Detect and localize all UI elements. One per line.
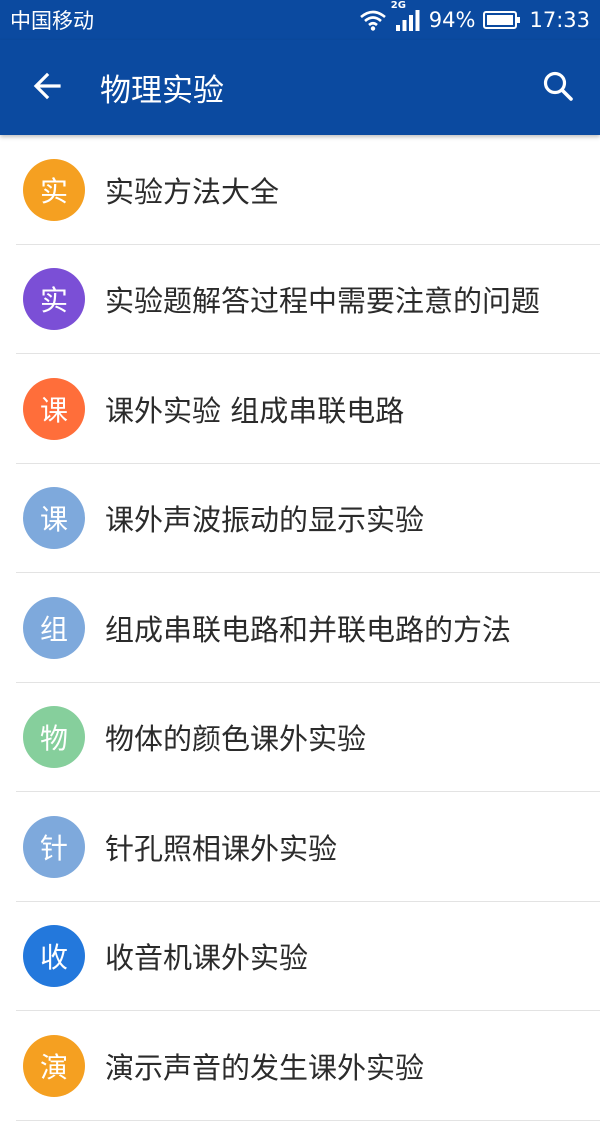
status-bar: 中国移动 2G 94% 17:33 xyxy=(0,0,600,40)
item-label: 课外声波振动的显示实验 xyxy=(105,503,425,538)
item-label: 演示声音的发生课外实验 xyxy=(105,1050,425,1085)
list-item[interactable]: 物 物体的颜色课外实验 xyxy=(0,683,600,793)
item-label: 实验方法大全 xyxy=(105,174,280,209)
list-item[interactable]: 课 课外实验 组成串联电路 xyxy=(0,354,600,464)
list-item[interactable]: 组 组成串联电路和并联电路的方法 xyxy=(0,573,600,683)
list-item[interactable]: 实 实验题解答过程中需要注意的问题 xyxy=(0,245,600,355)
arrow-left-icon xyxy=(32,71,62,105)
search-icon xyxy=(542,70,574,106)
item-label: 课外实验 组成串联电路 xyxy=(105,393,405,428)
avatar: 课 xyxy=(23,487,85,550)
page-title: 物理实验 xyxy=(100,73,224,109)
avatar: 演 xyxy=(23,1034,85,1097)
avatar: 收 xyxy=(23,925,85,988)
network-type: 2G xyxy=(390,0,406,11)
item-label: 实验题解答过程中需要注意的问题 xyxy=(105,284,541,319)
list-item[interactable]: 实 实验方法大全 xyxy=(0,135,600,245)
signal-icon: 2G xyxy=(391,0,421,32)
avatar: 实 xyxy=(23,158,85,221)
list-item[interactable]: 演 演示声音的发生课外实验 xyxy=(0,1011,600,1121)
list-item[interactable]: 课 课外声波振动的显示实验 xyxy=(0,464,600,574)
item-label: 收音机课外实验 xyxy=(105,941,309,976)
back-button[interactable] xyxy=(0,40,94,135)
search-button[interactable] xyxy=(516,40,600,135)
experiment-list: 实 实验方法大全 实 实验题解答过程中需要注意的问题 课 课外实验 组成串联电路… xyxy=(0,135,600,1121)
wifi-icon xyxy=(359,9,387,31)
clock: 17:33 xyxy=(529,8,590,32)
item-label: 组成串联电路和并联电路的方法 xyxy=(105,612,512,647)
avatar: 物 xyxy=(23,706,85,769)
battery-percent: 94% xyxy=(428,8,476,32)
avatar: 针 xyxy=(23,815,85,878)
list-item[interactable]: 收 收音机课外实验 xyxy=(0,902,600,1012)
avatar: 组 xyxy=(23,596,85,659)
avatar: 实 xyxy=(23,268,85,331)
carrier-name: 中国移动 xyxy=(10,9,94,33)
app-bar: 物理实验 xyxy=(0,40,600,135)
item-label: 物体的颜色课外实验 xyxy=(105,722,367,757)
battery-icon xyxy=(483,10,521,30)
avatar: 课 xyxy=(23,377,85,440)
item-label: 针孔照相课外实验 xyxy=(105,831,338,866)
list-item[interactable]: 针 针孔照相课外实验 xyxy=(0,792,600,902)
